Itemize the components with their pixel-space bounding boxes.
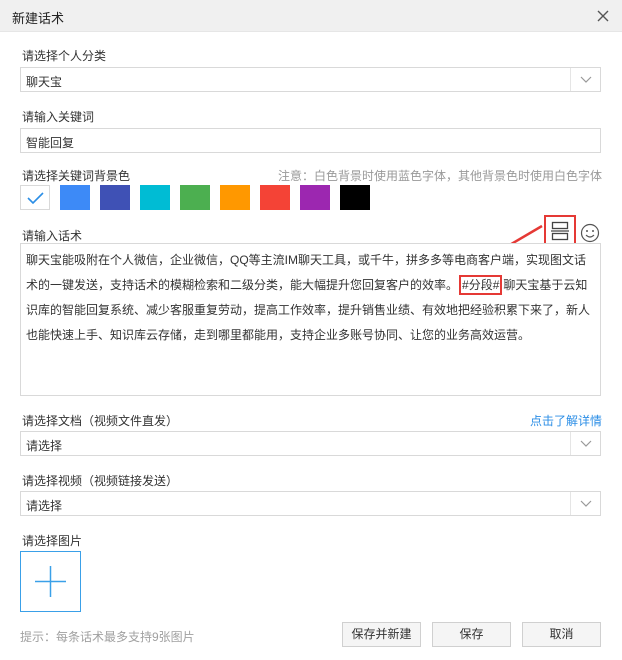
color-swatch[interactable] bbox=[60, 185, 90, 210]
color-swatch[interactable] bbox=[180, 185, 210, 210]
color-swatch[interactable] bbox=[220, 185, 250, 210]
plus-icon bbox=[35, 566, 66, 597]
check-icon bbox=[27, 192, 44, 205]
script-text-before: 聊天宝能吸附在个人微信，企业微信，QQ等主流IM聊天工具，或千牛，拼多多等电商客… bbox=[26, 253, 587, 292]
keyword-value: 智能回复 bbox=[26, 136, 75, 150]
color-swatch[interactable] bbox=[140, 185, 170, 210]
color-swatch[interactable] bbox=[100, 185, 130, 210]
script-textarea[interactable]: 聊天宝能吸附在个人微信，企业微信，QQ等主流IM聊天工具，或千牛，拼多多等电商客… bbox=[20, 243, 601, 396]
save-and-new-button[interactable]: 保存并新建 bbox=[342, 622, 421, 647]
segment-tag: #分段# bbox=[459, 275, 503, 295]
color-swatch[interactable] bbox=[340, 185, 370, 210]
document-value: 请选择 bbox=[26, 439, 63, 453]
learn-more-link[interactable]: 点击了解详情 bbox=[530, 412, 602, 429]
cancel-button[interactable]: 取消 bbox=[522, 622, 601, 647]
paragraph-split-icon bbox=[551, 221, 569, 241]
video-label: 请选择视频（视频链接发送） bbox=[22, 474, 179, 488]
category-select[interactable]: 聊天宝 bbox=[20, 67, 601, 92]
category-label: 请选择个人分类 bbox=[22, 49, 107, 63]
video-select[interactable]: 请选择 bbox=[20, 491, 601, 516]
document-label: 请选择文档（视频文件直发） bbox=[22, 414, 179, 428]
script-content: 聊天宝能吸附在个人微信，企业微信，QQ等主流IM聊天工具，或千牛，拼多多等电商客… bbox=[26, 248, 596, 348]
chevron-down-icon[interactable] bbox=[570, 492, 600, 515]
keyword-input[interactable]: 智能回复 bbox=[20, 128, 601, 153]
dialog-title: 新建话术 bbox=[12, 11, 65, 26]
color-swatch[interactable] bbox=[260, 185, 290, 210]
chevron-down-icon[interactable] bbox=[570, 432, 600, 455]
save-button[interactable]: 保存 bbox=[432, 622, 511, 647]
color-swatch[interactable] bbox=[300, 185, 330, 210]
color-swatch[interactable] bbox=[20, 185, 50, 210]
add-image-button[interactable] bbox=[20, 551, 81, 612]
bg-color-note: 注意：白色背景时使用蓝色字体，其他背景色时使用白色字体 bbox=[277, 169, 602, 183]
close-icon[interactable] bbox=[592, 5, 614, 27]
chevron-down-icon[interactable] bbox=[570, 68, 600, 91]
image-label: 请选择图片 bbox=[22, 534, 83, 548]
emoji-icon[interactable] bbox=[580, 223, 600, 243]
keyword-label: 请输入关键词 bbox=[22, 110, 95, 124]
script-label: 请输入话术 bbox=[22, 229, 83, 243]
document-select[interactable]: 请选择 bbox=[20, 431, 601, 456]
bg-color-label: 请选择关键词背景色 bbox=[22, 169, 131, 183]
dialog-titlebar: 新建话术 bbox=[0, 0, 622, 32]
footer-hint: 提示：每条话术最多支持9张图片 bbox=[20, 630, 195, 644]
video-value: 请选择 bbox=[26, 499, 63, 513]
category-value: 聊天宝 bbox=[26, 75, 63, 89]
